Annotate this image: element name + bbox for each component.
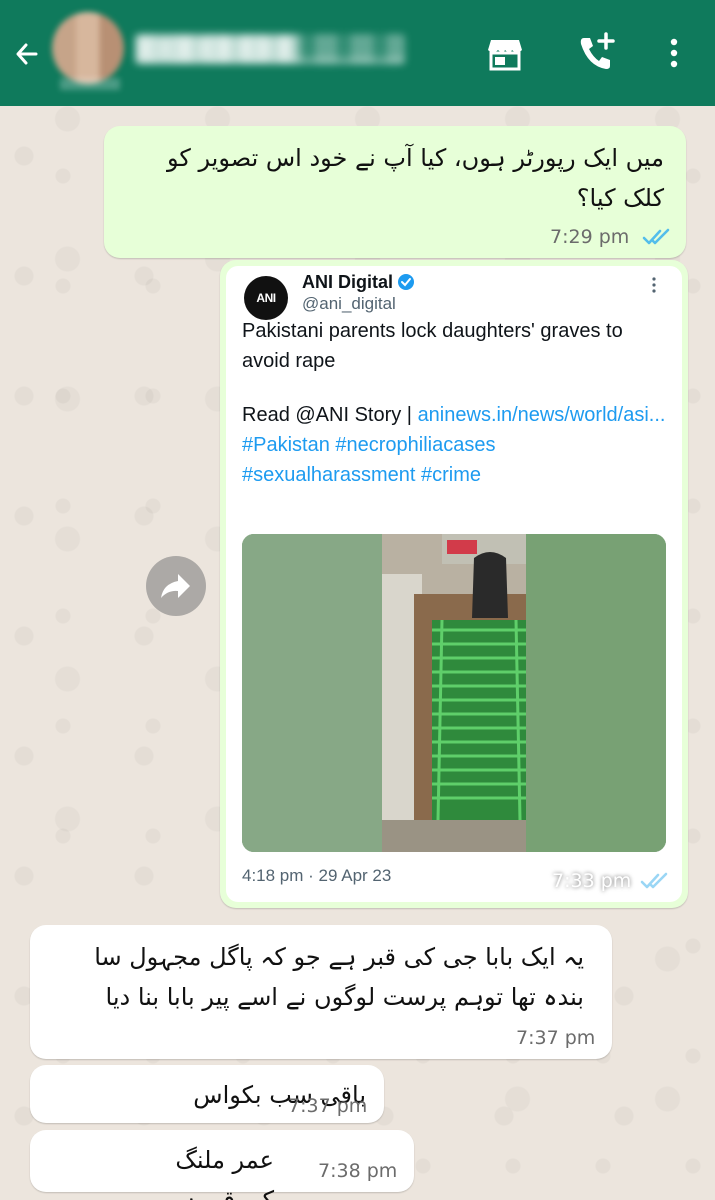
tweet-more-icon xyxy=(652,277,656,293)
tweet-photo[interactable] xyxy=(242,534,666,852)
add-call-icon[interactable] xyxy=(574,30,618,74)
message-time: 7:29 pm xyxy=(550,226,630,248)
back-arrow-icon[interactable] xyxy=(10,34,46,74)
message-time: 7:33 pm xyxy=(552,870,632,892)
tweet-headline: Pakistani parents lock daughters' graves… xyxy=(242,320,623,372)
message-time: 7:37 pm xyxy=(516,1027,596,1049)
tweet-body: Pakistani parents lock daughters' graves… xyxy=(242,312,672,490)
grave-photo-illustration xyxy=(242,534,666,852)
tweet-read-prefix: Read @ANI Story | xyxy=(242,404,418,426)
contact-status xyxy=(60,78,120,90)
chat-header: ████████ ███████████████ xyxy=(0,0,715,106)
message-time: 7:38 pm xyxy=(318,1160,398,1182)
tweet-read-line: Read @ANI Story | aninews.in/news/world/… xyxy=(242,400,672,430)
verified-badge-icon xyxy=(398,274,414,290)
forward-button[interactable] xyxy=(146,556,206,616)
tweet-author: ANI Digital xyxy=(302,272,394,292)
read-receipt-icon xyxy=(640,872,668,889)
message-bubble-incoming[interactable]: باقی سب بکواس ہے 7:37 pm xyxy=(30,1065,384,1149)
store-icon[interactable] xyxy=(484,32,526,74)
message-text: یہ ایک بابا جی کی قبر ہے جو کہ پاگل مجہو… xyxy=(94,943,584,1011)
contact-name[interactable]: ████████ ███████████████ xyxy=(135,34,405,64)
tweet-date: 4:18 pm · 29 Apr 23 xyxy=(242,866,392,885)
message-bubble-outgoing[interactable]: میں ایک رپورٹر ہوں، کیا آپ نے خود اس تصو… xyxy=(104,126,686,258)
more-vert-icon[interactable] xyxy=(662,32,686,74)
message-time: 7:37 pm xyxy=(288,1095,368,1117)
tweet-screenshot[interactable]: ANI ANI Digital @ani_digital Pakistani p… xyxy=(226,266,682,902)
message-text: میں ایک رپورٹر ہوں، کیا آپ نے خود اس تصو… xyxy=(166,144,664,212)
tweet-link[interactable]: aninews.in/news/world/asi... xyxy=(418,404,666,426)
tweet-hashtags-2[interactable]: #sexualharassment #crime xyxy=(242,460,672,490)
tweet-handle: @ani_digital xyxy=(302,294,396,313)
message-bubble-incoming[interactable]: یہ ایک بابا جی کی قبر ہے جو کہ پاگل مجہو… xyxy=(30,925,612,1059)
forward-icon xyxy=(161,574,190,598)
contact-avatar[interactable] xyxy=(52,12,124,84)
tweet-hashtags-1[interactable]: #Pakistan #necrophiliacases xyxy=(242,430,672,460)
message-bubble-incoming[interactable]: عمر ملنگ کی قبر ہے یہ 7:38 pm xyxy=(30,1130,414,1200)
message-text: عمر ملنگ کی قبر ہے یہ xyxy=(167,1146,274,1200)
read-receipt-icon xyxy=(642,228,670,245)
green-grill xyxy=(432,619,526,821)
